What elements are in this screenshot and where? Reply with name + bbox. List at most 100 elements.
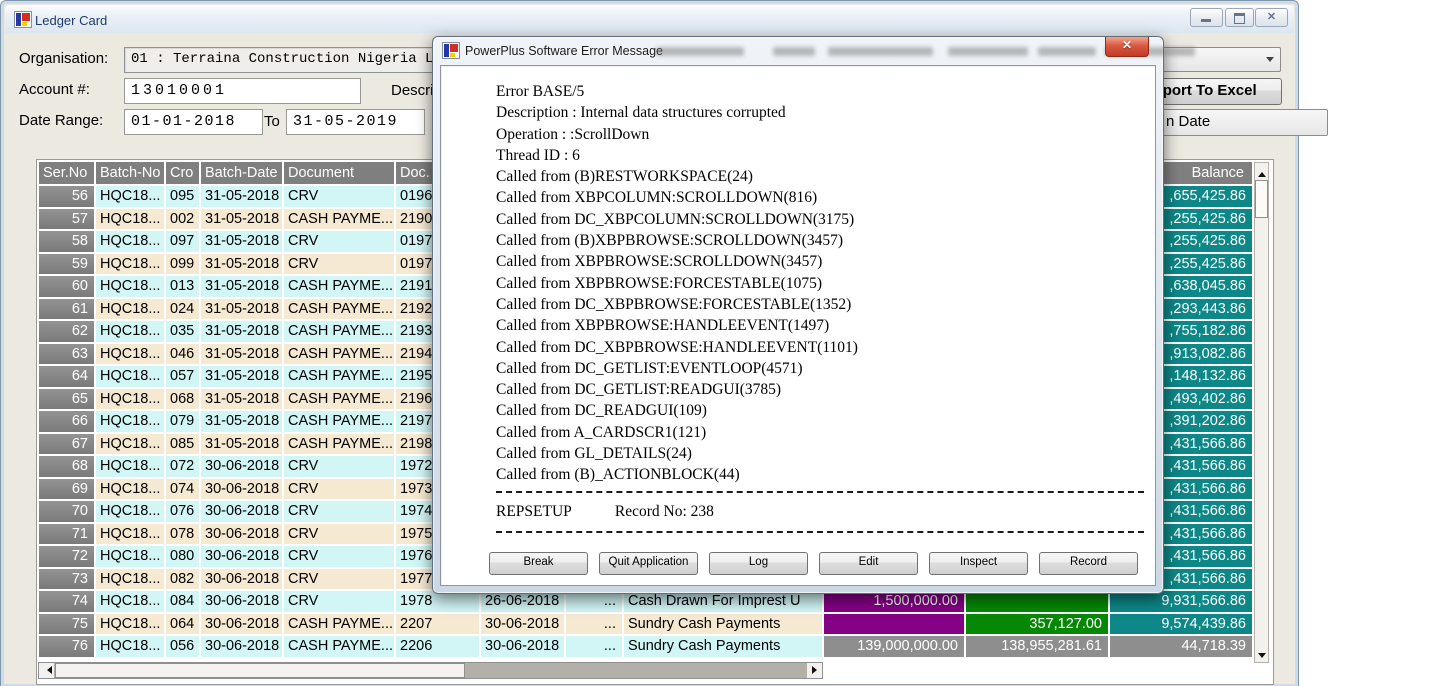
cell-batch_date[interactable]: 30-06-2018 (201, 479, 282, 500)
column-header-document[interactable]: Document (284, 162, 394, 184)
cell-doc_date[interactable]: 30-06-2018 (481, 614, 564, 635)
cell-debit[interactable]: 139,000,000.00 (824, 636, 964, 657)
cell-doc_no[interactable]: 1978 (396, 591, 479, 612)
account-input[interactable]: 13010001 (124, 78, 361, 104)
date-from-input[interactable]: 01-01-2018 (124, 109, 263, 135)
cell-ser[interactable]: 72 (39, 546, 94, 567)
cell-batch_date[interactable]: 30-06-2018 (201, 546, 282, 567)
cell-cro[interactable]: 013 (166, 276, 199, 297)
cell-doc_date[interactable]: 26-06-2018 (481, 591, 564, 612)
cell-ser[interactable]: 64 (39, 366, 94, 387)
cell-document[interactable]: CRV (284, 569, 394, 590)
cell-batch[interactable]: HQC18... (96, 479, 164, 500)
date-to-input[interactable]: 31-05-2019 (286, 109, 425, 135)
cell-ser[interactable]: 74 (39, 591, 94, 612)
cell-ser[interactable]: 65 (39, 389, 94, 410)
cell-batch_date[interactable]: 30-06-2018 (201, 524, 282, 545)
table-row[interactable]: 75HQC18...06430-06-2018CASH PAYME...2207… (39, 614, 1254, 635)
cell-cro[interactable]: 057 (166, 366, 199, 387)
break-button[interactable]: Break (489, 552, 588, 575)
column-header-batch[interactable]: Batch-No (96, 162, 164, 184)
cell-batch_date[interactable]: 31-05-2018 (201, 321, 282, 342)
column-header-ser[interactable]: Ser.No (39, 162, 94, 184)
cell-batch_date[interactable]: 31-05-2018 (201, 434, 282, 455)
column-header-batch_date[interactable]: Batch-Date (201, 162, 282, 184)
cell-cro[interactable]: 079 (166, 411, 199, 432)
record-button[interactable]: Record (1039, 552, 1138, 575)
cell-document[interactable]: CRV (284, 254, 394, 275)
cell-dots[interactable]: ... (566, 591, 622, 612)
cell-batch[interactable]: HQC18... (96, 254, 164, 275)
cell-batch_date[interactable]: 31-05-2018 (201, 231, 282, 252)
cell-document[interactable]: CASH PAYME... (284, 209, 394, 230)
cell-ser[interactable]: 57 (39, 209, 94, 230)
cell-cro[interactable]: 095 (166, 186, 199, 207)
minimize-button[interactable] (1190, 8, 1223, 27)
cell-ser[interactable]: 58 (39, 231, 94, 252)
cell-batch_date[interactable]: 31-05-2018 (201, 344, 282, 365)
cell-batch_date[interactable]: 31-05-2018 (201, 389, 282, 410)
cell-batch_date[interactable]: 31-05-2018 (201, 209, 282, 230)
cell-cro[interactable]: 072 (166, 456, 199, 477)
cell-batch[interactable]: HQC18... (96, 591, 164, 612)
cell-cro[interactable]: 035 (166, 321, 199, 342)
cell-cro[interactable]: 002 (166, 209, 199, 230)
cell-ser[interactable]: 63 (39, 344, 94, 365)
cell-debit[interactable]: 1,500,000.00 (824, 591, 964, 612)
cell-ser[interactable]: 69 (39, 479, 94, 500)
cell-cro[interactable]: 046 (166, 344, 199, 365)
cell-document[interactable]: CASH PAYME... (284, 411, 394, 432)
cell-batch[interactable]: HQC18... (96, 276, 164, 297)
cell-batch[interactable]: HQC18... (96, 569, 164, 590)
cell-batch[interactable]: HQC18... (96, 636, 164, 657)
cell-document[interactable]: CRV (284, 186, 394, 207)
table-row[interactable]: 74HQC18...08430-06-2018CRV197826-06-2018… (39, 591, 1254, 612)
cell-batch[interactable]: HQC18... (96, 366, 164, 387)
cell-cro[interactable]: 097 (166, 231, 199, 252)
dialog-close-button[interactable]: ✕ (1105, 37, 1149, 57)
cell-document[interactable]: CASH PAYME... (284, 299, 394, 320)
cell-ser[interactable]: 75 (39, 614, 94, 635)
cell-balance[interactable]: 9,931,566.86 (1110, 591, 1252, 612)
cell-balance[interactable]: 9,574,439.86 (1110, 614, 1252, 635)
cell-cro[interactable]: 078 (166, 524, 199, 545)
column-header-cro[interactable]: Cro (166, 162, 199, 184)
horizontal-scrollbar[interactable] (38, 662, 823, 679)
vertical-scroll-thumb[interactable] (1255, 180, 1268, 218)
cell-document[interactable]: CRV (284, 591, 394, 612)
table-row[interactable]: 76HQC18...05630-06-2018CASH PAYME...2206… (39, 636, 1254, 657)
cell-batch_date[interactable]: 30-06-2018 (201, 501, 282, 522)
cell-batch[interactable]: HQC18... (96, 389, 164, 410)
cell-batch_date[interactable]: 31-05-2018 (201, 186, 282, 207)
quit-application-button[interactable]: Quit Application (599, 552, 698, 575)
cell-document[interactable]: CRV (284, 456, 394, 477)
cell-cro[interactable]: 064 (166, 614, 199, 635)
cell-dots[interactable]: ... (566, 636, 622, 657)
cell-dots[interactable]: ... (566, 614, 622, 635)
cell-narration[interactable]: Sundry Cash Payments (624, 614, 822, 635)
cell-batch[interactable]: HQC18... (96, 411, 164, 432)
cell-batch_date[interactable]: 31-05-2018 (201, 299, 282, 320)
cell-batch[interactable]: HQC18... (96, 456, 164, 477)
cell-narration[interactable]: Cash Drawn For Imprest U (624, 591, 822, 612)
edit-button[interactable]: Edit (819, 552, 918, 575)
cell-cro[interactable]: 074 (166, 479, 199, 500)
cell-document[interactable]: CASH PAYME... (284, 276, 394, 297)
cell-ser[interactable]: 59 (39, 254, 94, 275)
cell-debit[interactable] (824, 614, 964, 635)
scroll-right-button[interactable] (807, 663, 822, 678)
cell-ser[interactable]: 60 (39, 276, 94, 297)
cell-doc_no[interactable]: 2206 (396, 636, 479, 657)
cell-document[interactable]: CASH PAYME... (284, 321, 394, 342)
cell-batch_date[interactable]: 30-06-2018 (201, 569, 282, 590)
cell-batch[interactable]: HQC18... (96, 501, 164, 522)
cell-ser[interactable]: 56 (39, 186, 94, 207)
cell-document[interactable]: CASH PAYME... (284, 636, 394, 657)
scroll-left-button[interactable] (39, 663, 54, 678)
cell-ser[interactable]: 67 (39, 434, 94, 455)
cell-batch[interactable]: HQC18... (96, 321, 164, 342)
cell-credit[interactable]: 357,127.00 (966, 614, 1108, 635)
cell-cro[interactable]: 056 (166, 636, 199, 657)
cell-batch[interactable]: HQC18... (96, 231, 164, 252)
vertical-scrollbar[interactable] (1254, 162, 1269, 663)
